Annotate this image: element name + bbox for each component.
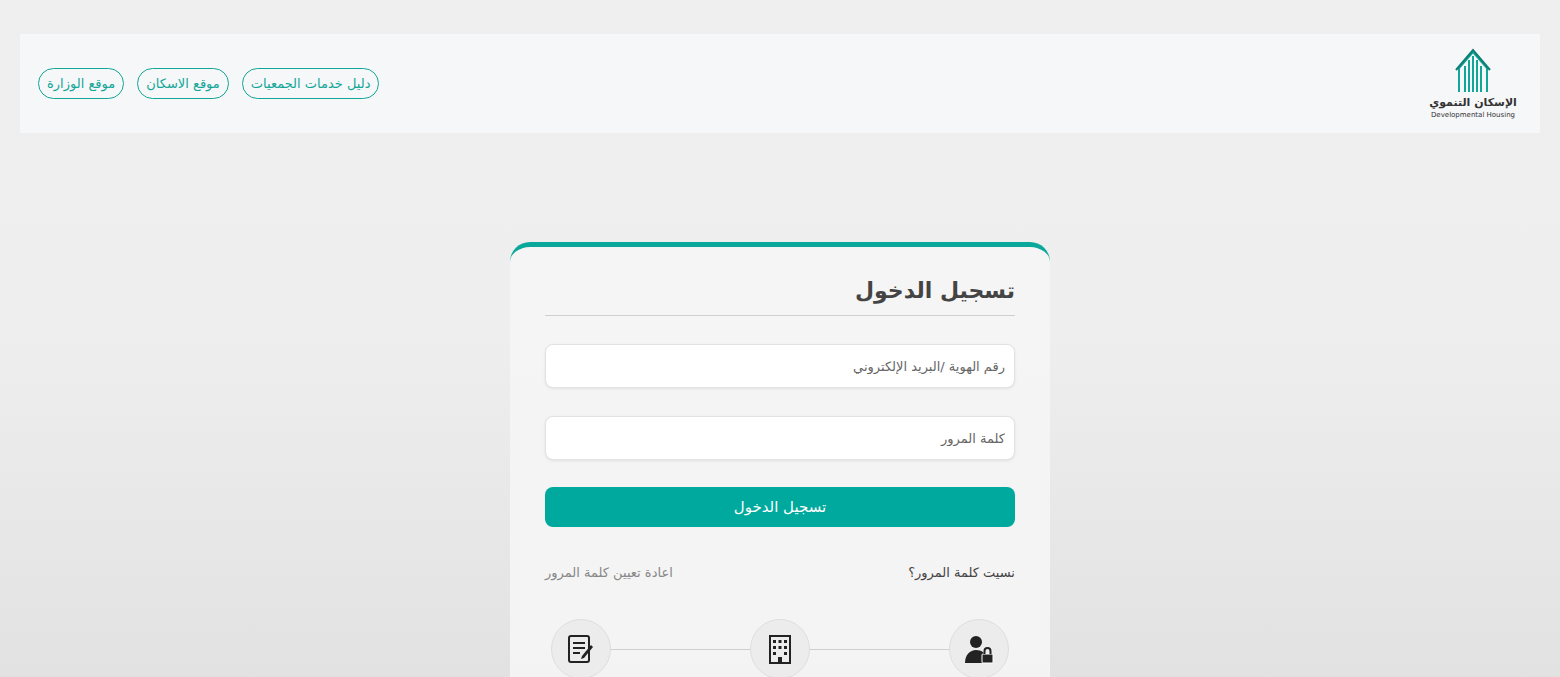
logo[interactable]: الإسكان التنمويDevelopmental Housing (1428, 48, 1518, 120)
step-connector (611, 649, 750, 650)
nav-link[interactable]: موقع الوزارة (38, 68, 124, 99)
login-card: تسجيل الدخول تسجيل الدخول نسيت كلمة المرور… (510, 242, 1050, 677)
steps-row (545, 619, 1015, 677)
password-input[interactable] (545, 416, 1015, 460)
id-email-input[interactable] (545, 344, 1015, 388)
nav-link[interactable]: موقع الاسكان (137, 68, 229, 99)
login-links: نسيت كلمة المرور؟ اعادة تعيين كلمة المرور (545, 563, 1015, 583)
logo-title: الإسكان التنموي (1429, 96, 1517, 110)
nav-links: دليل خدمات الجمعيات موقع الاسكان موقع الوز… (38, 68, 379, 99)
header: الإسكان التنمويDevelopmental Housing دليل… (20, 34, 1540, 133)
reset-password-link[interactable]: اعادة تعيين كلمة المرور (545, 563, 673, 583)
step-circle (551, 619, 611, 677)
forgot-password-link[interactable]: نسيت كلمة المرور؟ (908, 563, 1015, 583)
step-circle (949, 619, 1009, 677)
step-connector (810, 649, 949, 650)
nav-link[interactable]: دليل خدمات الجمعيات (242, 68, 380, 99)
document-edit-icon (565, 633, 597, 665)
logo-subtitle: Developmental Housing (1431, 110, 1515, 120)
login-title: تسجيل الدخول (545, 277, 1015, 316)
building-logo-icon (1455, 48, 1491, 94)
building-icon (764, 633, 796, 665)
user-lock-icon (963, 633, 995, 665)
login-button[interactable]: تسجيل الدخول (545, 487, 1015, 527)
step-circle (750, 619, 810, 677)
